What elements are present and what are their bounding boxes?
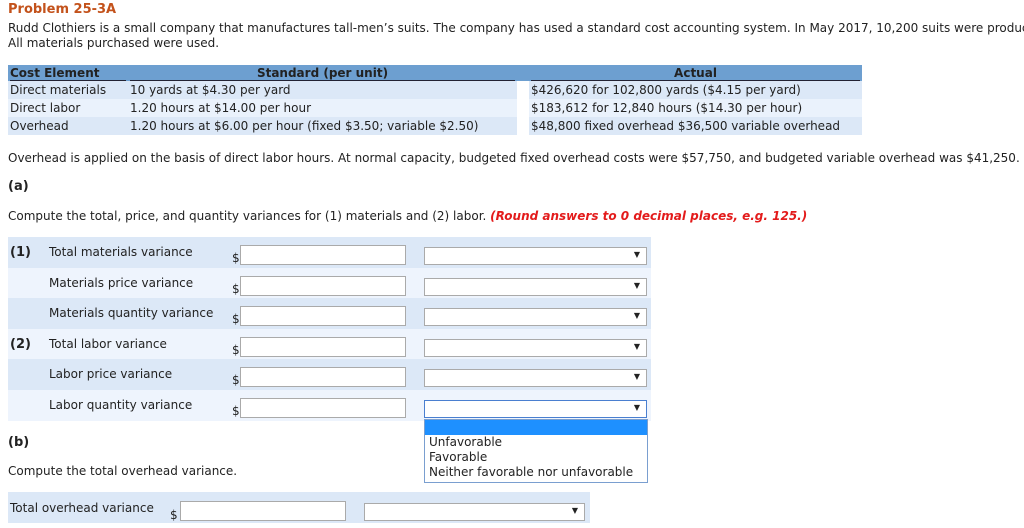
cell: Direct materials	[8, 81, 128, 99]
variance-type-select[interactable]: ▼	[424, 369, 647, 388]
variance-row: Labor price variance $ ▼	[8, 359, 651, 390]
variance-label: Materials price variance	[49, 275, 194, 290]
variance-label: Total labor variance	[49, 336, 167, 351]
variance-amount-input[interactable]	[240, 275, 406, 296]
variance-row: Labor quantity variance $ ▼	[8, 389, 651, 421]
instruction-b: Compute the total overhead variance.	[8, 464, 238, 478]
dollar-sign: $	[232, 342, 240, 357]
variance-label: Materials quantity variance	[49, 306, 214, 321]
variance-type-select[interactable]: ▼	[424, 247, 647, 265]
variance-row: Materials price variance $ ▼	[8, 267, 651, 299]
header-standard: Standard (per unit)	[130, 66, 515, 81]
variance-row: Materials quantity variance $ ▼	[8, 298, 651, 329]
chevron-down-icon: ▼	[633, 341, 640, 351]
variance-label: Labor quantity variance	[49, 397, 193, 412]
header-actual: Actual	[531, 66, 860, 81]
variance-amount-input[interactable]	[240, 245, 406, 265]
intro-text-2: All materials purchased were used.	[8, 36, 220, 50]
cell: 1.20 hours at $6.00 per hour (fixed $3.5…	[128, 117, 517, 135]
variance-amount-input[interactable]	[240, 367, 406, 388]
variance-amount-input[interactable]	[240, 336, 406, 357]
instruction: Compute the total, price, and quantity v…	[8, 209, 807, 223]
instruction-text: Compute the total, price, and quantity v…	[8, 209, 487, 223]
variance-label: Total materials variance	[49, 245, 193, 259]
table-header: Cost Element Standard (per unit) Actual	[8, 65, 862, 81]
cell: $426,620 for 102,800 yards ($4.15 per ya…	[529, 81, 862, 99]
cell: 10 yards at $4.30 per yard	[128, 81, 517, 99]
variance-label: Labor price variance	[49, 367, 173, 382]
part-b-heading: (b)	[8, 435, 30, 450]
item-number: (1)	[10, 245, 31, 260]
chevron-down-icon: ▼	[633, 280, 640, 290]
part-a-heading: (a)	[8, 179, 29, 194]
dropdown-option-unfavorable[interactable]: Unfavorable	[425, 435, 647, 450]
table-row: Direct materials 10 yards at $4.30 per ya…	[8, 81, 862, 99]
chevron-down-icon: ▼	[633, 372, 640, 382]
variance-row: (2) Total labor variance $ ▼	[8, 328, 651, 360]
variance-grid: (1) Total materials variance $ ▼ Materia…	[8, 237, 651, 421]
variance-type-select[interactable]: ▼	[424, 308, 647, 327]
chevron-down-icon: ▼	[633, 250, 640, 259]
chevron-down-icon: ▼	[633, 311, 640, 321]
variance-row: (1) Total materials variance $ ▼	[8, 237, 651, 268]
dropdown-option-blank[interactable]	[425, 420, 647, 435]
variance-type-select[interactable]: ▼	[424, 399, 647, 418]
item-number: (2)	[10, 336, 31, 352]
dollar-sign: $	[232, 281, 240, 296]
table-row: Overhead 1.20 hours at $6.00 per hour (fi…	[8, 117, 862, 135]
header-cost-element: Cost Element	[10, 66, 126, 81]
dollar-sign: $	[232, 373, 240, 388]
variance-type-select[interactable]: ▼	[424, 338, 647, 357]
rounding-note: (Round answers to 0 decimal places, e.g.…	[490, 209, 808, 223]
cell: Direct labor	[8, 99, 128, 117]
variance-amount-input[interactable]	[240, 397, 406, 418]
variance-type-select[interactable]: ▼	[424, 277, 647, 296]
intro-text: Rudd Clothiers is a small company that m…	[8, 21, 1024, 35]
chevron-down-icon: ▼	[633, 402, 640, 412]
chevron-down-icon: ▼	[571, 506, 578, 515]
cell: $183,612 for 12,840 hours ($14.30 per ho…	[529, 99, 862, 117]
table-row: Direct labor 1.20 hours at $14.00 per hou…	[8, 99, 862, 117]
dollar-sign: $	[232, 251, 240, 265]
overhead-variance-select[interactable]: ▼	[364, 503, 585, 521]
dollar-sign: $	[170, 508, 178, 522]
variance-amount-input[interactable]	[240, 306, 406, 327]
overhead-text: Overhead is applied on the basis of dire…	[8, 151, 1020, 165]
overhead-variance-row: Total overhead variance $ ▼	[8, 492, 590, 523]
cell: 1.20 hours at $14.00 per hour	[128, 99, 517, 117]
dropdown-option-neither[interactable]: Neither favorable nor unfavorable	[425, 465, 647, 480]
cell: $48,800 fixed overhead $36,500 variable …	[529, 117, 862, 135]
problem-title: Problem 25-3A	[8, 2, 117, 17]
cell: Overhead	[8, 117, 128, 135]
dollar-sign: $	[232, 312, 240, 327]
dropdown-list[interactable]: Unfavorable Favorable Neither favorable …	[424, 419, 648, 483]
cost-table: Cost Element Standard (per unit) Actual …	[8, 65, 862, 135]
dollar-sign: $	[232, 403, 240, 418]
variance-label: Total overhead variance	[10, 501, 154, 515]
overhead-variance-input[interactable]	[180, 501, 346, 521]
dropdown-option-favorable[interactable]: Favorable	[425, 450, 647, 465]
